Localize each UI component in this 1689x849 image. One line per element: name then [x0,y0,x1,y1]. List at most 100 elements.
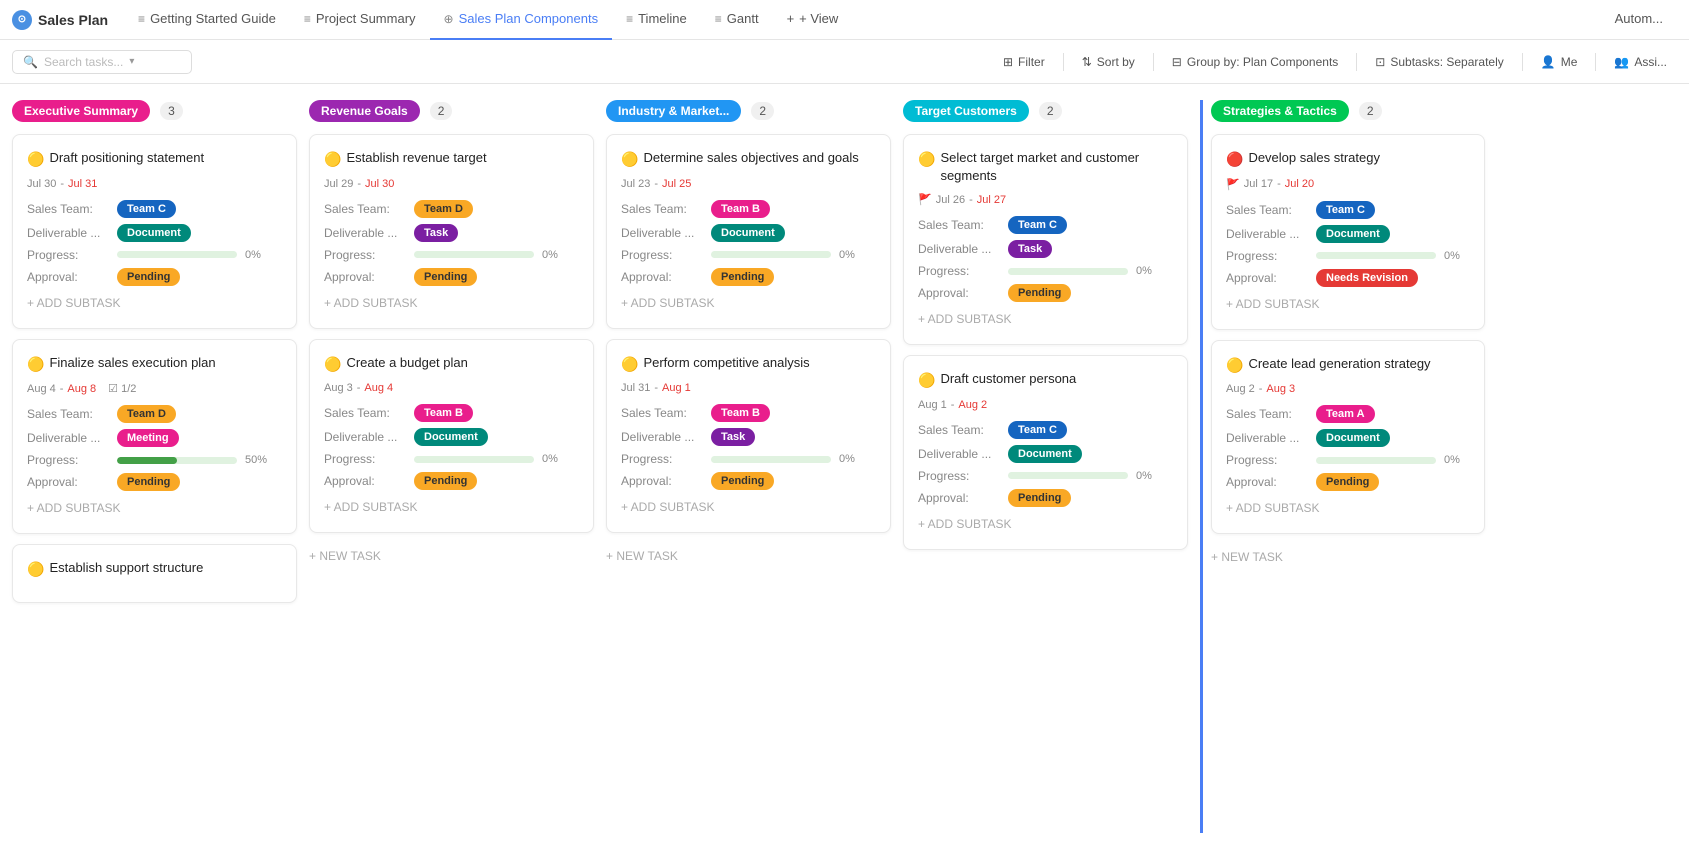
progress-bar-establish-revenue [414,251,534,258]
deliverable-badge-develop-sales-strategy[interactable]: Document [1316,225,1390,243]
progress-bar-create-budget [414,456,534,463]
approval-badge-create-budget[interactable]: Pending [414,472,477,490]
approval-badge-establish-revenue[interactable]: Pending [414,268,477,286]
me-button[interactable]: 👤 Me [1531,50,1588,74]
new-task-strategies-tactics[interactable]: + NEW TASK [1211,544,1485,570]
autom-button[interactable]: Autom... [1601,0,1677,40]
tab-view[interactable]: + + View [773,0,853,40]
filter-button[interactable]: ⊞ Filter [993,50,1055,74]
sales-team-badge-draft-positioning[interactable]: Team C [117,200,176,218]
add-subtask-establish-revenue[interactable]: + ADD SUBTASK [324,292,579,314]
autom-label: Autom... [1615,11,1663,26]
approval-badge-develop-sales-strategy[interactable]: Needs Revision [1316,269,1418,287]
progress-bar-finalize-sales [117,457,237,464]
tab-sales-plan-components[interactable]: ⊕ Sales Plan Components [430,0,613,40]
approval-badge-draft-positioning[interactable]: Pending [117,268,180,286]
date-sep-finalize-sales: - [60,383,64,395]
col-label-industry-market[interactable]: Industry & Market... [606,100,741,122]
field-label-deliverable-establish-revenue: Deliverable ... [324,226,414,240]
field-label-deliverable-develop-sales-strategy: Deliverable ... [1226,227,1316,241]
me-icon: 👤 [1541,55,1556,69]
col-count-target-customers: 2 [1039,102,1062,120]
sales-team-badge-establish-revenue[interactable]: Team D [414,200,473,218]
add-subtask-create-lead-generation[interactable]: + ADD SUBTASK [1226,497,1470,519]
search-box[interactable]: 🔍 Search tasks... ▾ [12,50,192,74]
sales-team-badge-select-target[interactable]: Team C [1008,216,1067,234]
field-label-sales-team-draft-positioning: Sales Team: [27,202,117,216]
progress-pct-create-lead-generation: 0% [1444,454,1460,466]
sort-icon: ⇅ [1082,55,1092,69]
toolbar-separator-4 [1522,53,1523,71]
deliverable-badge-select-target[interactable]: Task [1008,240,1052,258]
sales-team-badge-finalize-sales[interactable]: Team D [117,405,176,423]
progress-pct-perform-competitive: 0% [839,453,855,465]
field-label-approval-finalize-sales: Approval: [27,475,117,489]
progress-bar-select-target [1008,268,1128,275]
tab-timeline[interactable]: ≡ Timeline [612,0,701,40]
assignees-button[interactable]: 👥 Assi... [1604,50,1677,74]
approval-badge-determine-sales[interactable]: Pending [711,268,774,286]
add-subtask-determine-sales[interactable]: + ADD SUBTASK [621,292,876,314]
deliverable-badge-create-lead-generation[interactable]: Document [1316,429,1390,447]
approval-badge-create-lead-generation[interactable]: Pending [1316,473,1379,491]
col-label-revenue-goals[interactable]: Revenue Goals [309,100,420,122]
card-title-text-draft-customer: Draft customer persona [940,370,1076,388]
new-task-industry-market[interactable]: + NEW TASK [606,543,891,569]
group-by-button[interactable]: ⊟ Group by: Plan Components [1162,50,1348,74]
tab-project-summary[interactable]: ≡ Project Summary [290,0,430,40]
tab-getting-started[interactable]: ≡ Getting Started Guide [124,0,290,40]
field-approval-create-lead-generation: Approval:Pending [1226,473,1470,491]
col-label-target-customers[interactable]: Target Customers [903,100,1029,122]
field-label-progress-select-target: Progress: [918,264,1008,278]
field-progress-perform-competitive: Progress:0% [621,452,876,466]
tab-gantt[interactable]: ≡ Gantt [701,0,773,40]
sales-team-badge-determine-sales[interactable]: Team B [711,200,770,218]
subtasks-button[interactable]: ⊡ Subtasks: Separately [1365,50,1513,74]
progress-bar-wrap-perform-competitive: 0% [711,453,855,465]
field-progress-finalize-sales: Progress:50% [27,453,282,467]
add-subtask-select-target[interactable]: + ADD SUBTASK [918,308,1173,330]
sales-team-badge-create-budget[interactable]: Team B [414,404,473,422]
col-label-strategies-tactics[interactable]: Strategies & Tactics [1211,100,1349,122]
sales-team-badge-create-lead-generation[interactable]: Team A [1316,405,1375,423]
approval-badge-select-target[interactable]: Pending [1008,284,1071,302]
add-subtask-draft-customer[interactable]: + ADD SUBTASK [918,513,1173,535]
col-count-industry-market: 2 [751,102,774,120]
filter-label: Filter [1018,55,1045,69]
deliverable-badge-create-budget[interactable]: Document [414,428,488,446]
field-label-sales-team-create-budget: Sales Team: [324,406,414,420]
sort-by-button[interactable]: ⇅ Sort by [1072,50,1145,74]
field-label-progress-create-lead-generation: Progress: [1226,453,1316,467]
deliverable-badge-determine-sales[interactable]: Document [711,224,785,242]
approval-badge-draft-customer[interactable]: Pending [1008,489,1071,507]
app-logo-icon: ⊙ [12,10,32,30]
field-progress-develop-sales-strategy: Progress:0% [1226,249,1470,263]
col-label-executive-summary[interactable]: Executive Summary [12,100,150,122]
add-subtask-develop-sales-strategy[interactable]: + ADD SUBTASK [1226,293,1470,315]
card-title-create-lead-generation: 🟡Create lead generation strategy [1226,355,1470,376]
deliverable-badge-finalize-sales[interactable]: Meeting [117,429,179,447]
add-subtask-create-budget[interactable]: + ADD SUBTASK [324,496,579,518]
deliverable-badge-draft-customer[interactable]: Document [1008,445,1082,463]
approval-badge-perform-competitive[interactable]: Pending [711,472,774,490]
add-subtask-perform-competitive[interactable]: + ADD SUBTASK [621,496,876,518]
card-title-text-establish-support: Establish support structure [49,559,203,577]
toolbar-separator-5 [1595,53,1596,71]
filter-icon: ⊞ [1003,55,1013,69]
group-by-label: Group by: Plan Components [1187,55,1338,69]
top-nav: ⊙ Sales Plan ≡ Getting Started Guide ≡ P… [0,0,1689,40]
deliverable-badge-establish-revenue[interactable]: Task [414,224,458,242]
add-subtask-draft-positioning[interactable]: + ADD SUBTASK [27,292,282,314]
card-select-target: 🟡Select target market and customer segme… [903,134,1188,345]
field-label-sales-team-determine-sales: Sales Team: [621,202,711,216]
deliverable-badge-draft-positioning[interactable]: Document [117,224,191,242]
deliverable-badge-perform-competitive[interactable]: Task [711,428,755,446]
sales-team-badge-develop-sales-strategy[interactable]: Team C [1316,201,1375,219]
status-icon-establish-revenue: 🟡 [324,150,341,170]
approval-badge-finalize-sales[interactable]: Pending [117,473,180,491]
sales-team-badge-draft-customer[interactable]: Team C [1008,421,1067,439]
add-subtask-finalize-sales[interactable]: + ADD SUBTASK [27,497,282,519]
sales-team-badge-perform-competitive[interactable]: Team B [711,404,770,422]
progress-bar-wrap-develop-sales-strategy: 0% [1316,250,1460,262]
new-task-revenue-goals[interactable]: + NEW TASK [309,543,594,569]
